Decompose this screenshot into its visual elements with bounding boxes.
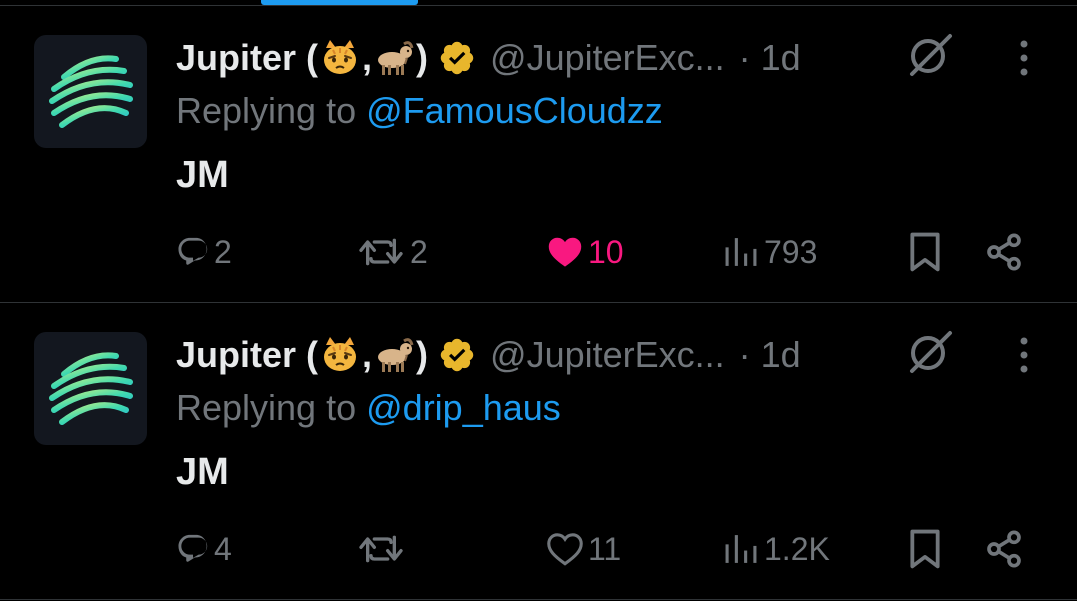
user-handle[interactable]: @JupiterExc... [490,334,725,376]
jupiter-logo-icon [49,55,133,128]
share-icon [987,530,1021,568]
views-icon [725,535,757,563]
repost-button[interactable] [356,527,410,571]
views-icon [725,238,757,266]
heart-icon [548,237,582,267]
reply-count: 2 [214,233,232,270]
user-handle[interactable]: @JupiterExc... [490,37,725,79]
like-count: 11 [588,530,622,567]
repost-count: 2 [410,233,428,270]
reply-icon [178,534,208,562]
like-count: 10 [588,233,624,270]
divider [0,599,1077,600]
more-vertical-icon[interactable] [1010,335,1038,375]
repost-button[interactable]: 2 [356,230,428,274]
more-vertical-icon[interactable] [1010,38,1038,78]
repost-icon [359,535,403,563]
tweet[interactable]: Jupiter ( ,) @JupiterExc... · 1d Replyi… [0,6,1077,302]
timestamp[interactable]: · 1d [739,37,801,79]
views-button[interactable]: 1.2K [722,527,830,571]
jupiter-logo-icon [49,352,133,425]
tweet-header: Jupiter ( ,) @JupiterExc... · 1d [176,329,801,381]
display-name[interactable]: Jupiter ( ,) [176,37,428,79]
tweet-text: JM [176,451,229,493]
tweet-text: JM [176,154,229,196]
display-name[interactable]: Jupiter ( ,) [176,334,428,376]
replying-to-label: Replying to [176,387,357,428]
tweet[interactable]: Jupiter ( ,) @JupiterExc... · 1d Replyi… [0,303,1077,599]
like-button[interactable]: 11 [546,527,621,571]
timestamp[interactable]: · 1d [739,334,801,376]
goat-emoji-icon [378,338,414,372]
views-count: 793 [764,233,818,270]
heart-icon [547,533,583,566]
cat-face-emoji-icon [324,40,357,74]
share-button[interactable] [984,527,1024,571]
grok-icon[interactable] [904,327,954,377]
grok-icon[interactable] [904,30,954,80]
views-count: 1.2K [764,530,830,567]
replying-to-label: Replying to [176,90,357,131]
reply-count: 4 [214,530,232,567]
views-button[interactable]: 793 [722,230,817,274]
replying-to: Replying to @drip_haus [176,387,561,429]
avatar[interactable] [34,35,147,148]
reply-button[interactable]: 2 [176,230,232,274]
like-button[interactable]: 10 [546,230,624,274]
reply-icon [178,237,208,265]
tweet-header: Jupiter ( ,) @JupiterExc... · 1d [176,32,801,84]
reply-mention-link[interactable]: @drip_haus [366,387,561,428]
bookmark-button[interactable] [906,230,944,274]
avatar[interactable] [34,332,147,445]
reply-mention-link[interactable]: @FamousCloudzz [366,90,663,131]
repost-icon [359,238,403,266]
verified-badge-icon [440,41,474,75]
reply-button[interactable]: 4 [176,527,232,571]
share-icon [987,233,1021,271]
verified-badge-icon [440,338,474,372]
share-button[interactable] [984,230,1024,274]
goat-emoji-icon [378,41,414,75]
bookmark-icon [910,529,940,569]
bookmark-icon [910,232,940,272]
cat-face-emoji-icon [324,337,357,371]
bookmark-button[interactable] [906,527,944,571]
replying-to: Replying to @FamousCloudzz [176,90,663,132]
